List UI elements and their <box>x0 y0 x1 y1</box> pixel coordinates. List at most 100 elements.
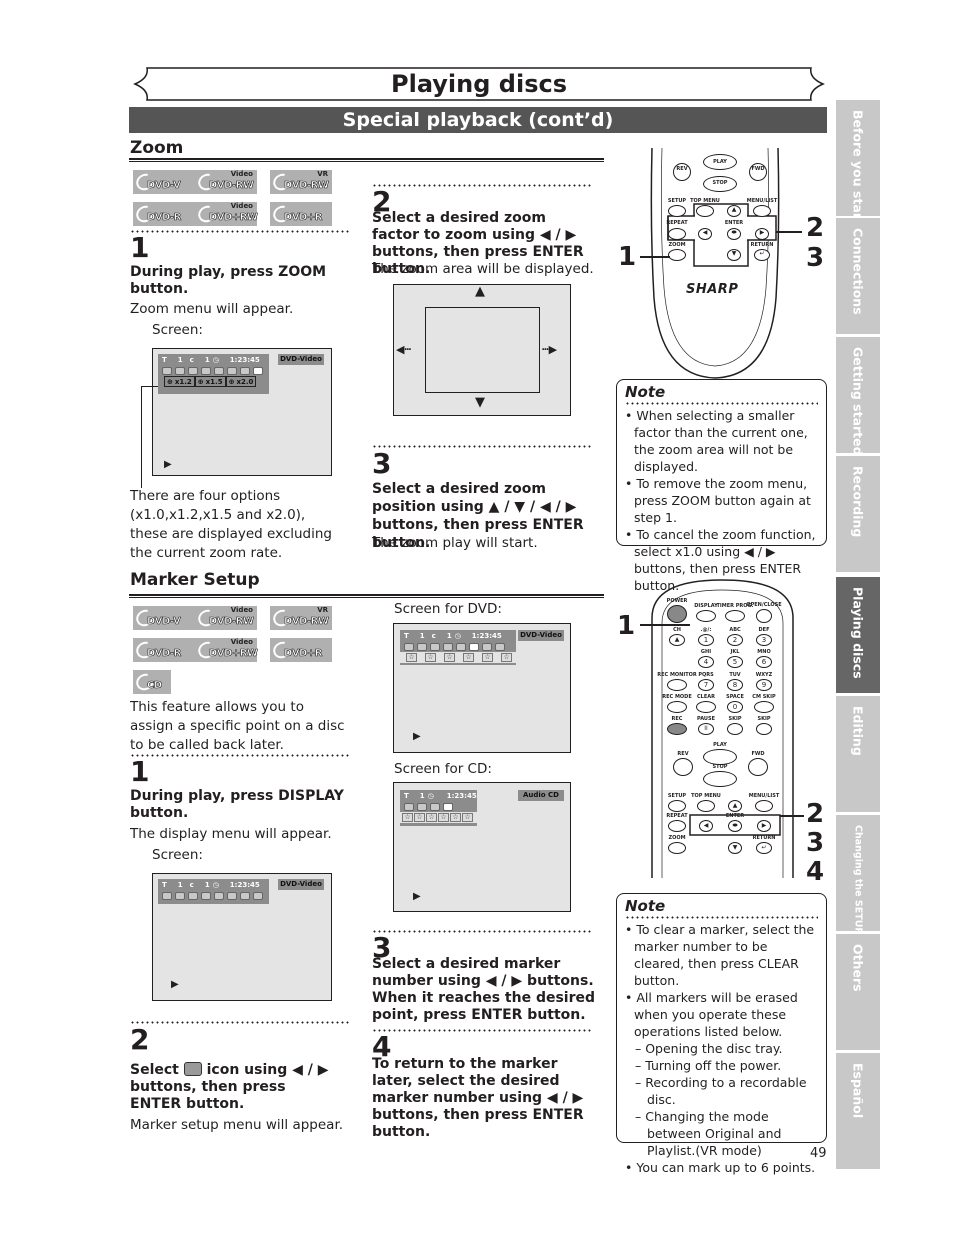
disc-format-sup: Video <box>230 606 253 614</box>
side-tab-editing[interactable]: Editing <box>836 696 880 812</box>
top-menu-label: TOP MENU <box>691 793 721 799</box>
top-menu-button[interactable] <box>697 800 715 812</box>
arrow-up-icon: ▲ <box>475 284 485 299</box>
key-2-button[interactable]: 2 <box>727 634 743 646</box>
key-7-button[interactable]: 7 <box>698 679 714 691</box>
down-button[interactable]: ▼ <box>728 842 742 854</box>
fwd-button[interactable] <box>748 758 768 776</box>
menu-list-button[interactable] <box>755 800 773 812</box>
right-button[interactable]: ▶ <box>757 820 771 832</box>
note-item: • All markers will be erased when you op… <box>625 990 798 1039</box>
marker-slot-icon[interactable]: ☆ <box>414 813 425 822</box>
key-8-button[interactable]: 8 <box>727 679 743 691</box>
marker-slot-icon[interactable]: ☆ <box>438 813 449 822</box>
chapter-number: 1 <box>204 355 210 364</box>
marker-slot-icon[interactable]: ☆ <box>501 653 512 662</box>
zoom-step3-result: The zoom play will start. <box>372 535 538 551</box>
zoom-button[interactable] <box>668 842 686 854</box>
timer-prog-button[interactable] <box>725 610 745 622</box>
marker-slot-icon[interactable]: ☆ <box>444 653 455 662</box>
side-tab-playing-discs[interactable]: Playing discs <box>836 577 880 693</box>
zoom-option[interactable]: ⊕ x2.0 <box>225 376 257 387</box>
power-button[interactable] <box>667 605 687 623</box>
rec-monitor-button[interactable] <box>667 679 687 691</box>
play-icon: ▶ <box>171 979 179 990</box>
side-tab-getting-started[interactable]: Getting started <box>836 337 880 456</box>
down-button[interactable]: ▼ <box>727 249 741 261</box>
left-button[interactable]: ◀ <box>698 228 712 240</box>
repeat-button[interactable] <box>668 820 686 832</box>
key-9-button[interactable]: 9 <box>756 679 772 691</box>
key-6-button[interactable]: 6 <box>756 656 772 668</box>
chapter-number: 1 <box>204 880 210 889</box>
marker-slot-icon[interactable]: ☆ <box>402 813 413 822</box>
stop-label: STOP <box>712 180 728 186</box>
marker-slot-icon[interactable]: ☆ <box>450 813 461 822</box>
zoom-button[interactable] <box>668 249 686 261</box>
clear-button[interactable] <box>696 701 716 713</box>
right-button[interactable]: ▶ <box>755 228 769 240</box>
up-button[interactable]: ▲ <box>728 800 742 812</box>
note-item: • You can mark up to 6 points. <box>625 1160 816 1175</box>
skip-forward-button[interactable] <box>756 723 772 735</box>
marker-slot-icon[interactable]: ☆ <box>462 813 473 822</box>
title-number: 1 <box>177 355 183 364</box>
zoom-option[interactable]: ⊕ x1.5 <box>194 376 226 387</box>
side-tab-before-you-start[interactable]: Before you start <box>836 100 880 225</box>
menu-list-label: MENU/LIST <box>748 793 780 799</box>
rec-button[interactable] <box>667 723 687 735</box>
skip-back-button[interactable] <box>727 723 743 735</box>
key-4-button[interactable]: 4 <box>698 656 714 668</box>
subtitle-icon <box>162 366 172 375</box>
side-tab-label: Before you start <box>850 110 866 226</box>
key-1-button[interactable]: 1 <box>698 634 714 646</box>
side-tab-label: Connections <box>850 228 866 315</box>
marker-slot-icon[interactable]: ☆ <box>406 653 417 662</box>
note-item: – Recording to a recordable disc. <box>635 1075 807 1107</box>
channel-up-button[interactable]: ▲ <box>669 634 685 646</box>
up-button[interactable]: ▲ <box>727 205 741 217</box>
marker-slot-icon[interactable]: ☆ <box>426 813 437 822</box>
marker-slot-icon[interactable]: ☆ <box>425 653 436 662</box>
return-button[interactable]: ↵ <box>756 842 772 854</box>
disc-format-logo: DVD-R <box>133 638 195 662</box>
display-button[interactable] <box>696 610 716 622</box>
pause-button[interactable]: II <box>698 723 714 735</box>
menu-list-button[interactable] <box>753 205 771 217</box>
skip-forward-label: SKIP <box>757 716 771 722</box>
side-tab-others[interactable]: Others <box>836 934 880 1050</box>
brand-logo: SHARP <box>686 282 739 297</box>
key-3-button[interactable]: 3 <box>756 634 772 646</box>
return-button[interactable]: ↵ <box>754 249 770 261</box>
enter-button[interactable]: ⬬ <box>727 228 741 240</box>
key-0-button[interactable]: 0 <box>727 701 743 713</box>
left-button[interactable]: ◀ <box>699 820 713 832</box>
key-5-button[interactable]: 5 <box>727 656 743 668</box>
zoom-option[interactable]: ⊕ x1.2 <box>164 376 195 387</box>
side-tab-espa-ol[interactable]: Español <box>836 1053 880 1169</box>
zoom-area-frame <box>425 307 540 393</box>
stop-button[interactable] <box>703 771 737 787</box>
rev-button[interactable] <box>673 758 693 776</box>
marker-slot-icon[interactable]: ☆ <box>463 653 474 662</box>
key-3-label: DEF <box>758 627 770 633</box>
rec-mode-button[interactable] <box>667 701 687 713</box>
disc-format-sup: Video <box>230 170 253 178</box>
cm-skip-button[interactable] <box>754 701 774 713</box>
top-menu-button[interactable] <box>696 205 714 217</box>
setup-button[interactable] <box>668 800 686 812</box>
repeat-button[interactable] <box>668 228 686 240</box>
disc-format-logo: DVD-R <box>133 202 195 226</box>
open-close-button[interactable] <box>756 609 772 623</box>
play-button[interactable] <box>703 749 737 765</box>
side-tab-connections[interactable]: Connections <box>836 218 880 334</box>
divider <box>372 445 592 448</box>
divider <box>130 1021 350 1024</box>
zoom-heading: Zoom <box>130 138 184 158</box>
disc-format-label: DVD+RW <box>209 212 259 224</box>
setup-button[interactable] <box>668 205 686 217</box>
enter-button[interactable]: ⬬ <box>728 820 742 832</box>
marker-slot-icon[interactable]: ☆ <box>482 653 493 662</box>
side-tab-changing-the-setup-menu[interactable]: Changing the SETUP menu <box>836 815 880 968</box>
side-tab-recording[interactable]: Recording <box>836 456 880 572</box>
